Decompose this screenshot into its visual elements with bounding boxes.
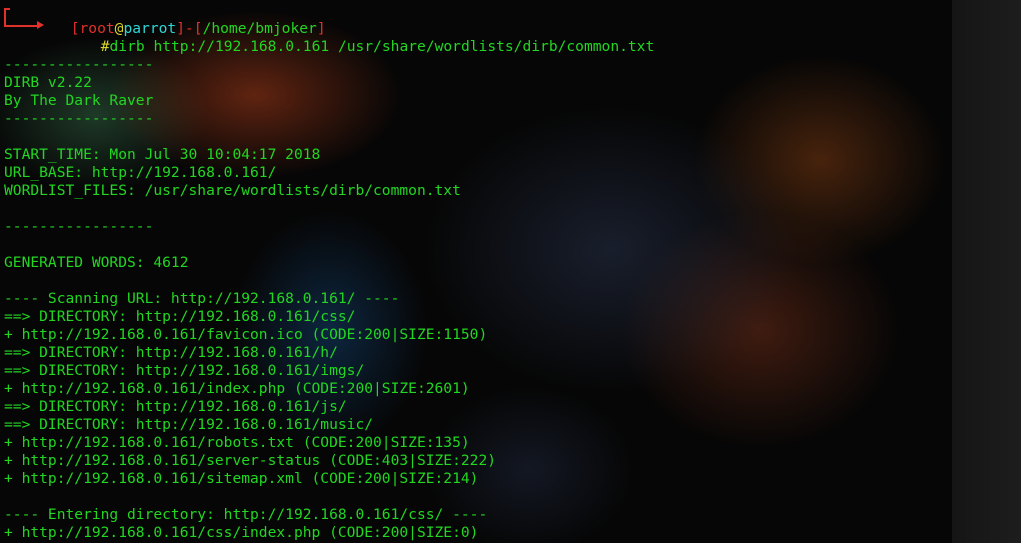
output-line-21: ==> DIRECTORY: http://192.168.0.161/musi…	[4, 416, 374, 433]
output-line-4: -----------------	[4, 110, 154, 127]
output-line-10: -----------------	[4, 218, 154, 235]
output-line-16: + http://192.168.0.161/favicon.ico (CODE…	[4, 326, 488, 343]
output-line-1: -----------------	[4, 56, 154, 73]
output-line-15: ==> DIRECTORY: http://192.168.0.161/css/	[4, 308, 356, 325]
output-line-2: DIRB v2.22	[4, 74, 92, 91]
root-prompt-symbol: #	[100, 38, 110, 55]
output-line-17: ==> DIRECTORY: http://192.168.0.161/h/	[4, 344, 338, 361]
desktop-background-strip	[952, 0, 1021, 543]
output-line-9	[4, 200, 951, 218]
output-line-27: + http://192.168.0.161/css/index.php (CO…	[4, 524, 479, 541]
command-line[interactable]: #dirb http://192.168.0.161 /usr/share/wo…	[4, 20, 951, 55]
terminal-content: [root@parrot]-[/home/bmjoker] #dirb http…	[4, 2, 951, 542]
output-line-7: URL_BASE: http://192.168.0.161/	[4, 164, 277, 181]
output-line-3: By The Dark Raver	[4, 92, 154, 109]
command-text[interactable]: dirb http://192.168.0.161 /usr/share/wor…	[110, 38, 655, 55]
output-line-14: ---- Scanning URL: http://192.168.0.161/…	[4, 290, 400, 307]
output-line-18: ==> DIRECTORY: http://192.168.0.161/imgs…	[4, 362, 365, 379]
output-line-24: + http://192.168.0.161/sitemap.xml (CODE…	[4, 470, 479, 487]
output-line-19: + http://192.168.0.161/index.php (CODE:2…	[4, 380, 470, 397]
output-line-13	[4, 272, 951, 290]
output-line-26: ---- Entering directory: http://192.168.…	[4, 506, 488, 523]
output-line-22: + http://192.168.0.161/robots.txt (CODE:…	[4, 434, 470, 451]
output-line-20: ==> DIRECTORY: http://192.168.0.161/js/	[4, 398, 347, 415]
output-line-25	[4, 488, 951, 506]
output-line-6: START_TIME: Mon Jul 30 10:04:17 2018	[4, 146, 321, 163]
output-line-5	[4, 128, 951, 146]
terminal-window[interactable]: [root@parrot]-[/home/bmjoker] #dirb http…	[0, 0, 1021, 543]
output-line-23: + http://192.168.0.161/server-status (CO…	[4, 452, 497, 469]
prompt-line: [root@parrot]-[/home/bmjoker]	[4, 2, 951, 37]
output-line-12: GENERATED WORDS: 4612	[4, 254, 189, 271]
output-line-11	[4, 236, 951, 254]
output-line-8: WORDLIST_FILES: /usr/share/wordlists/dir…	[4, 182, 461, 199]
